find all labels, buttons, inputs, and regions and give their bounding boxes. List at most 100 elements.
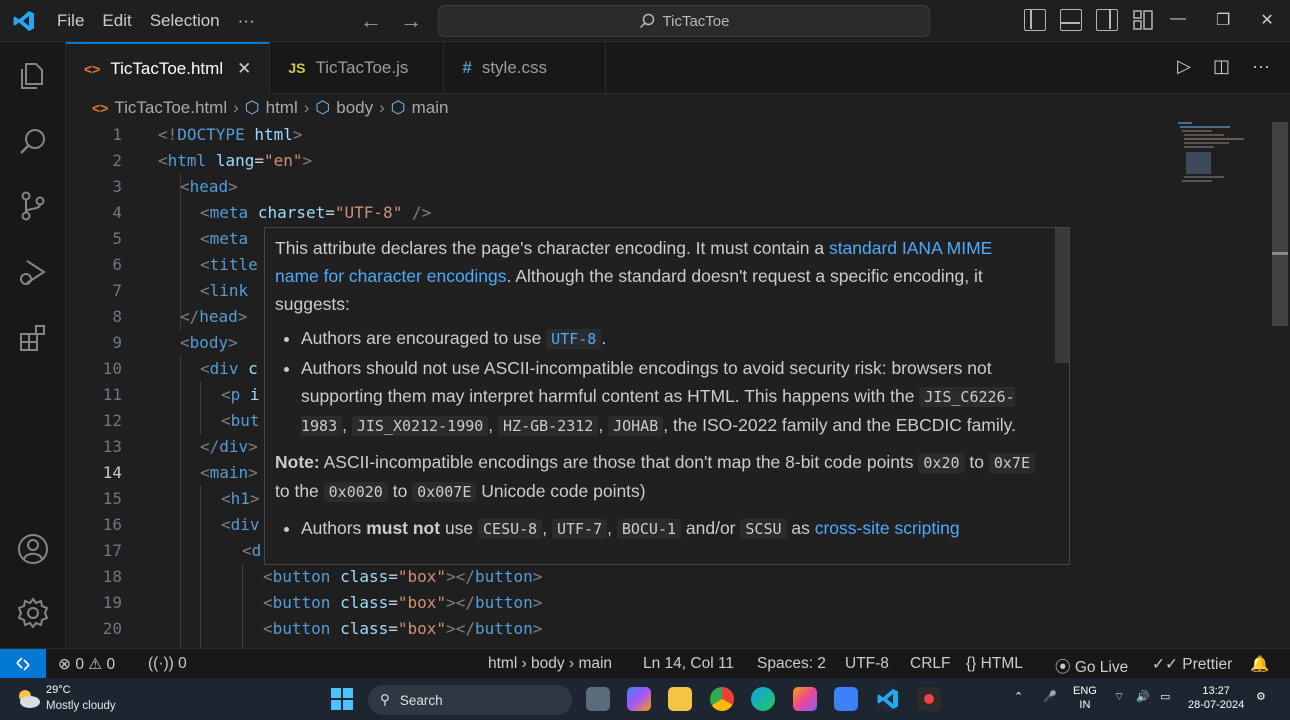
tab-tictactoe-js[interactable]: JS TicTacToe.js [270, 42, 445, 94]
minimize-icon[interactable]: — [1170, 10, 1186, 30]
copilot-icon[interactable] [627, 687, 651, 711]
html-file-icon: <> [84, 61, 101, 77]
breadcrumb-main[interactable]: main [412, 98, 449, 118]
code-line: 20 <button class="box"></button> [102, 619, 543, 638]
line-ending[interactable]: CRLF [910, 655, 950, 673]
edge-icon[interactable] [751, 687, 775, 711]
go-live-button[interactable]: ⦿ Go Live [1055, 655, 1128, 677]
toggle-primary-sidebar-icon[interactable] [1024, 9, 1046, 31]
language-indicator[interactable]: ENG IN [1073, 684, 1097, 712]
broadcast-icon: ((·)) [148, 655, 174, 672]
code-line: 18 <button class="box"></button> [102, 567, 543, 586]
status-bar: ⊗ 0 ⚠ 0 ((·)) 0 html › body › main Ln 14… [0, 648, 1290, 679]
wifi-icon[interactable]: ⌔ [1114, 690, 1124, 704]
microphone-icon[interactable]: 🎤 [1043, 690, 1057, 704]
show-hidden-icons[interactable]: ⌃ [1014, 690, 1023, 704]
source-control-icon[interactable] [13, 186, 53, 226]
code-line: 1 <!DOCTYPE html> [112, 125, 303, 144]
status-path[interactable]: html › body › main [488, 655, 612, 673]
split-editor-icon[interactable]: ◫ [1213, 56, 1230, 77]
breadcrumb-html[interactable]: html [266, 98, 298, 118]
task-view-icon[interactable] [586, 687, 610, 711]
element-symbol-icon: ⬡ [315, 98, 331, 117]
vscode-taskbar-icon[interactable] [876, 687, 900, 711]
file-explorer-icon[interactable] [668, 687, 692, 711]
element-symbol-icon: ⬡ [390, 98, 406, 117]
notifications-bell-icon[interactable]: 🔔 [1250, 655, 1269, 674]
js-file-icon: JS [288, 60, 306, 76]
hover-documentation-popup[interactable]: This attribute declares the page's chara… [264, 227, 1070, 565]
close-window-icon[interactable]: ✕ [1260, 10, 1273, 30]
accounts-icon[interactable] [13, 529, 53, 569]
customize-layout-icon[interactable] [1132, 9, 1154, 31]
run-and-debug-icon[interactable] [13, 252, 53, 292]
prettier-status[interactable]: ✓✓ Prettier [1152, 655, 1232, 674]
scrollbar-thumb[interactable] [1272, 122, 1288, 326]
xss-link[interactable]: cross-site scripting [815, 518, 960, 538]
windows-start-icon[interactable] [331, 688, 353, 710]
weather-temp[interactable]: 29°C [46, 684, 71, 696]
title-bar: File Edit Selection ··· ← → TicTacToe — … [0, 0, 1290, 42]
encoding[interactable]: UTF-8 [845, 655, 889, 673]
command-center-search[interactable]: TicTacToe [438, 5, 930, 37]
tab-label: style.css [481, 58, 547, 77]
hover-bullet-1: Authors are encouraged to use UTF-8. [301, 324, 1035, 353]
clock[interactable]: 13:27 28-07-2024 [1188, 684, 1244, 712]
ports-indicator[interactable]: ((·)) 0 [148, 655, 187, 673]
code-line: 4 <meta charset="UTF-8" /> [112, 203, 432, 222]
html-file-icon: <> [92, 100, 109, 116]
hover-intro: This attribute declares the page's chara… [275, 238, 993, 314]
chrome-icon[interactable] [710, 687, 734, 711]
toggle-panel-icon[interactable] [1060, 9, 1082, 31]
code-line: 19 <button class="box"></button> [102, 593, 543, 612]
activity-bar [0, 42, 66, 648]
windows-taskbar: 29°C Mostly cloudy ⚲ Search ⌃ 🎤 ENG IN ⌔ … [0, 678, 1290, 720]
indentation[interactable]: Spaces: 2 [757, 655, 826, 673]
volume-icon[interactable]: 🔊 [1136, 690, 1150, 704]
tab-tictactoe-html[interactable]: <> TicTacToe.html ✕ [66, 42, 271, 94]
search-icon [639, 13, 654, 29]
vscode-logo-icon [0, 0, 48, 42]
run-play-icon[interactable]: ▷ [1177, 56, 1191, 77]
restore-icon[interactable]: ❐ [1216, 10, 1230, 30]
css-file-icon: # [462, 58, 472, 77]
weather-icon[interactable] [14, 686, 42, 710]
breadcrumb: <> TicTacToe.html › ⬡ html › ⬡ body › ⬡ … [92, 98, 449, 118]
more-actions-icon[interactable]: ··· [1252, 56, 1270, 77]
back-arrow-icon[interactable]: ← [360, 8, 382, 34]
problems-indicator[interactable]: ⊗ 0 ⚠ 0 [58, 655, 115, 674]
language-mode[interactable]: {} HTML [966, 655, 1023, 673]
notification-center-icon[interactable]: ⚙ [1256, 690, 1266, 704]
hover-scrollbar-thumb[interactable] [1055, 228, 1069, 363]
tab-style-css[interactable]: # style.css [444, 42, 607, 94]
menu-selection[interactable]: Selection [141, 11, 229, 31]
menu-edit[interactable]: Edit [93, 11, 140, 31]
element-symbol-icon: ⬡ [244, 98, 260, 117]
store-icon[interactable] [834, 687, 858, 711]
minimap[interactable] [1176, 122, 1256, 184]
breadcrumb-body[interactable]: body [336, 98, 373, 118]
hover-note: Note: ASCII-incompatible encodings are t… [275, 448, 1035, 506]
toggle-secondary-sidebar-icon[interactable] [1096, 9, 1118, 31]
hover-bullet-3: Authors must not use CESU-8, UTF-7, BOCU… [301, 514, 1035, 543]
menu-file[interactable]: File [48, 11, 93, 31]
taskbar-search[interactable]: ⚲ Search [368, 685, 572, 715]
forward-arrow-icon[interactable]: → [400, 8, 422, 34]
menu-more[interactable]: ··· [229, 11, 264, 31]
hover-bullet-2: Authors should not use ASCII-incompatibl… [301, 354, 1035, 440]
battery-icon[interactable]: ▭ [1160, 690, 1170, 704]
recorder-icon[interactable] [917, 687, 941, 711]
breadcrumb-file[interactable]: TicTacToe.html [114, 98, 227, 118]
search-sidebar-icon[interactable] [13, 122, 53, 162]
remote-indicator-icon[interactable] [0, 649, 46, 679]
braces-icon: {} [966, 655, 977, 672]
extensions-icon[interactable] [13, 318, 53, 358]
weather-desc[interactable]: Mostly cloudy [46, 700, 116, 712]
double-check-icon: ✓✓ [1152, 656, 1178, 673]
warning-icon: ⚠ [88, 656, 103, 673]
settings-gear-icon[interactable] [13, 593, 53, 633]
explorer-icon[interactable] [13, 56, 53, 96]
close-tab-icon[interactable]: ✕ [237, 59, 251, 79]
instagram-icon[interactable] [793, 687, 817, 711]
cursor-position[interactable]: Ln 14, Col 11 [643, 655, 734, 673]
